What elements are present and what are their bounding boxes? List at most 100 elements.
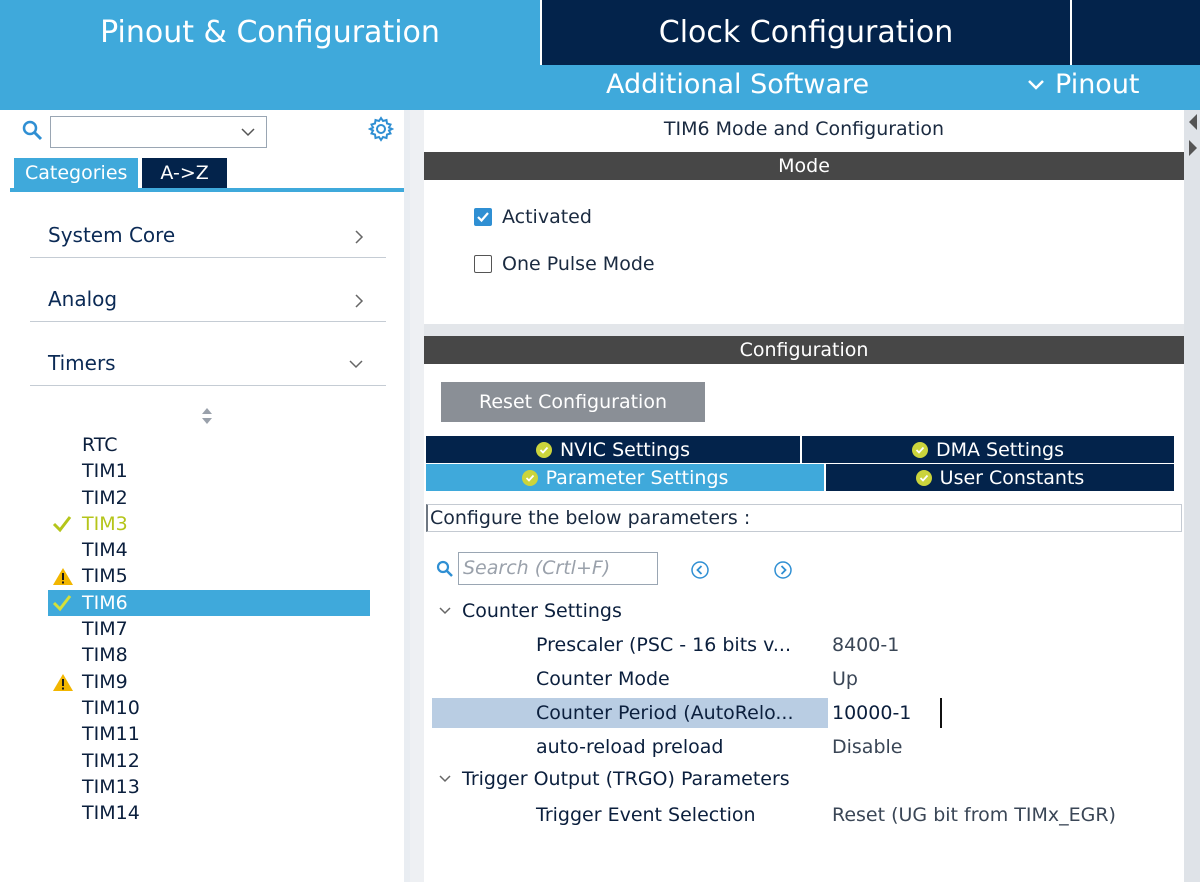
param-row-counter-mode[interactable]: Counter Mode Up: [424, 664, 1184, 696]
param-value[interactable]: Reset (UG bit from TIMx_EGR): [832, 804, 1116, 826]
list-item-label: TIM5: [82, 565, 128, 588]
pinout-menu[interactable]: Pinout: [1027, 69, 1140, 100]
one-pulse-mode-checkbox[interactable]: One Pulse Mode: [474, 253, 655, 275]
list-item-label: TIM12: [82, 749, 140, 772]
list-item-tim11[interactable]: TIM11: [48, 721, 370, 747]
pinout-menu-label: Pinout: [1055, 69, 1140, 100]
sort-arrows-icon[interactable]: [200, 406, 214, 426]
tab-user-constants[interactable]: User Constants: [826, 464, 1174, 491]
additional-software-button[interactable]: Additional Software: [606, 69, 869, 100]
param-value[interactable]: 10000-1: [832, 702, 911, 724]
chevron-right-icon[interactable]: [1186, 138, 1200, 158]
pane-divider[interactable]: [424, 324, 1184, 336]
activated-checkbox[interactable]: Activated: [474, 206, 592, 228]
list-item-tim10[interactable]: TIM10: [48, 695, 370, 721]
list-item-label: TIM8: [82, 644, 128, 667]
previous-icon[interactable]: [690, 560, 710, 580]
param-value[interactable]: Up: [832, 668, 858, 690]
list-item-label: TIM2: [82, 486, 128, 509]
list-item-tim8[interactable]: TIM8: [48, 642, 370, 668]
chevron-right-icon: [355, 294, 364, 308]
list-item-tim4[interactable]: TIM4: [48, 537, 370, 563]
list-item-tim5[interactable]: TIM5: [48, 563, 370, 589]
list-item-label: TIM10: [82, 696, 140, 719]
list-item-label: TIM4: [82, 539, 128, 562]
param-key: auto-reload preload: [536, 736, 724, 758]
search-icon[interactable]: [436, 560, 454, 578]
page-title: TIM6 Mode and Configuration: [663, 118, 945, 140]
reset-configuration-button[interactable]: Reset Configuration: [441, 382, 705, 422]
sidebar-search-combobox[interactable]: [50, 116, 267, 148]
group-trigger-output[interactable]: Trigger Output (TRGO) Parameters: [438, 768, 790, 790]
chevron-down-icon[interactable]: [240, 126, 256, 138]
category-system-core[interactable]: System Core: [30, 208, 386, 258]
tab-dma-settings[interactable]: DMA Settings: [802, 436, 1174, 463]
param-row-prescaler[interactable]: Prescaler (PSC - 16 bits v... 8400-1: [424, 630, 1184, 662]
param-row-auto-reload-preload[interactable]: auto-reload preload Disable: [424, 732, 1184, 764]
list-item-tim12[interactable]: TIM12: [48, 748, 370, 774]
list-item-label: TIM13: [82, 775, 140, 798]
tab-pinout-configuration[interactable]: Pinout & Configuration: [0, 0, 540, 65]
warning-icon: [53, 568, 73, 586]
tab-parameter-settings[interactable]: Parameter Settings: [426, 464, 824, 491]
group-counter-settings[interactable]: Counter Settings: [438, 600, 622, 622]
list-item-label: TIM6: [82, 591, 128, 614]
category-analog[interactable]: Analog: [30, 272, 386, 322]
category-label: Timers: [48, 351, 116, 375]
chevron-down-icon: [439, 607, 451, 615]
sidebar-search-row: [0, 110, 410, 152]
param-key: Prescaler (PSC - 16 bits v...: [536, 634, 791, 656]
tab-overflow[interactable]: [1070, 0, 1200, 65]
configuration-section-header: Configuration: [424, 336, 1184, 364]
list-item-tim14[interactable]: TIM14: [48, 800, 370, 826]
param-row-counter-period[interactable]: Counter Period (AutoRelo... 10000-1: [424, 698, 1184, 730]
list-item-label: TIM14: [82, 802, 140, 825]
param-row-trigger-event[interactable]: Trigger Event Selection Reset (UG bit fr…: [424, 800, 1184, 832]
category-timers[interactable]: Timers: [30, 336, 386, 386]
list-item-tim13[interactable]: TIM13: [48, 774, 370, 800]
param-value[interactable]: 8400-1: [832, 634, 899, 656]
mode-pane: TIM6 Mode and Configuration Mode Activat…: [424, 110, 1184, 324]
check-icon: [52, 515, 72, 533]
list-item-label: TIM11: [82, 723, 140, 746]
param-key: Counter Mode: [536, 668, 670, 690]
group-label: Trigger Output (TRGO) Parameters: [462, 768, 790, 790]
checkbox-label: Activated: [502, 206, 592, 228]
check-circle-icon: [535, 441, 552, 458]
list-item-tim2[interactable]: TIM2: [48, 485, 370, 511]
parameters-instruction: Configure the below parameters :: [426, 504, 1182, 532]
tab-label: User Constants: [939, 466, 1085, 489]
next-icon[interactable]: [773, 560, 793, 580]
parameter-search-input[interactable]: Search (Crtl+F): [458, 552, 658, 585]
panel-collapse-strip[interactable]: [1184, 110, 1200, 882]
category-tabs-underline: [10, 188, 406, 192]
tab-a-to-z[interactable]: A->Z: [142, 158, 227, 188]
check-circle-icon: [912, 441, 928, 458]
check-circle-icon: [915, 469, 932, 486]
list-item-tim6[interactable]: TIM6: [48, 589, 370, 617]
list-item-tim1[interactable]: TIM1: [48, 458, 370, 484]
list-item-rtc[interactable]: RTC: [48, 432, 370, 458]
checkbox-box[interactable]: [474, 208, 492, 226]
chevron-down-icon: [439, 775, 451, 783]
checkbox-label: One Pulse Mode: [502, 253, 655, 275]
gear-icon[interactable]: [368, 116, 394, 142]
tab-clock-configuration[interactable]: Clock Configuration: [540, 0, 1070, 65]
checkbox-box[interactable]: [474, 255, 492, 273]
check-icon: [52, 594, 72, 612]
list-item-tim9[interactable]: TIM9: [48, 669, 370, 695]
param-key: Counter Period (AutoRelo...: [536, 702, 794, 724]
chevron-right-icon: [355, 230, 364, 244]
list-item-label: TIM9: [82, 670, 128, 693]
list-item-tim7[interactable]: TIM7: [48, 616, 370, 642]
tab-categories[interactable]: Categories: [14, 158, 139, 188]
list-item-label: TIM7: [82, 618, 128, 641]
list-item-tim3[interactable]: TIM3: [48, 511, 370, 537]
param-key: Trigger Event Selection: [536, 804, 756, 826]
secondary-bar: Additional Software Pinout: [0, 65, 1200, 110]
category-label: Analog: [48, 287, 118, 311]
tab-nvic-settings[interactable]: NVIC Settings: [426, 436, 800, 463]
search-icon[interactable]: [22, 120, 44, 142]
param-value[interactable]: Disable: [832, 736, 902, 758]
chevron-left-icon[interactable]: [1186, 112, 1200, 132]
